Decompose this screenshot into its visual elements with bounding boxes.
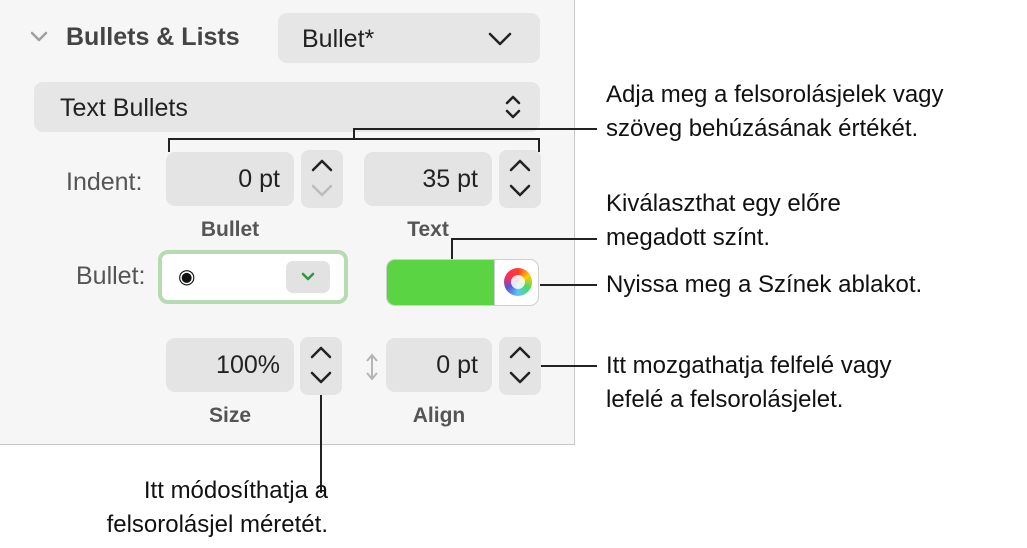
indent-label: Indent:	[66, 168, 143, 196]
size-field[interactable]: 100%	[166, 338, 294, 392]
section-title: Bullets & Lists	[66, 23, 240, 51]
bullet-label: Bullet:	[76, 262, 146, 290]
callout-line	[451, 238, 453, 259]
bullets-lists-panel: Bullets & Lists Bullet* Text Bullets Ind…	[0, 0, 575, 445]
increment-arrow-icon[interactable]	[310, 345, 332, 359]
size-caption: Size	[208, 404, 252, 427]
divider	[494, 260, 495, 305]
vertical-align-icon	[366, 353, 378, 381]
callout-move-bullet: Itt mozgathatja felfelé vagy lefelé a fe…	[606, 352, 892, 413]
callout-colors-window: Nyissa meg a Színek ablakot.	[606, 271, 923, 298]
callout-line	[353, 128, 597, 130]
decrement-arrow-icon[interactable]	[509, 371, 531, 385]
decrement-arrow-icon[interactable]	[311, 184, 333, 198]
up-down-chevron-icon	[505, 95, 521, 119]
decrement-arrow-icon[interactable]	[509, 184, 531, 198]
bullet-type-value: Text Bullets	[60, 94, 188, 122]
increment-arrow-icon[interactable]	[311, 158, 333, 172]
callout-line	[168, 138, 170, 152]
increment-arrow-icon[interactable]	[509, 345, 531, 359]
chevron-down-icon	[488, 32, 512, 46]
callout-size: Itt módosíthatja a felsorolásjel méretét…	[106, 477, 328, 538]
callout-indent: Adja meg a felsorolásjelek vagy szöveg b…	[606, 81, 944, 142]
align-stepper[interactable]	[499, 337, 541, 395]
bullet-glyph-dropdown[interactable]	[286, 261, 330, 293]
callout-line	[540, 284, 597, 286]
color-control	[386, 259, 539, 306]
color-well[interactable]	[387, 260, 494, 305]
callout-line	[541, 365, 597, 367]
list-style-dropdown[interactable]: Bullet*	[278, 13, 540, 63]
color-wheel-icon[interactable]	[504, 268, 532, 296]
size-stepper[interactable]	[300, 337, 342, 395]
bullet-indent-field[interactable]: 0 pt	[166, 152, 294, 206]
bullet-glyph: ◉	[178, 266, 196, 288]
callout-line	[451, 238, 597, 240]
bullet-indent-stepper[interactable]	[301, 150, 343, 208]
text-indent-field[interactable]: 35 pt	[364, 152, 492, 206]
align-caption: Align	[412, 404, 466, 427]
list-style-value: Bullet*	[302, 25, 375, 53]
decrement-arrow-icon[interactable]	[310, 371, 332, 385]
align-field[interactable]: 0 pt	[386, 338, 492, 392]
bullet-glyph-field[interactable]: ◉	[158, 250, 348, 304]
bullet-indent-caption: Bullet	[200, 218, 260, 241]
bullet-type-popup[interactable]: Text Bullets	[34, 82, 540, 132]
chevron-down-icon[interactable]	[30, 30, 48, 44]
increment-arrow-icon[interactable]	[509, 158, 531, 172]
chevron-down-icon	[301, 272, 315, 281]
callout-line	[538, 138, 540, 152]
callout-preset-color: Kiválaszthat egy előre megadott színt.	[606, 190, 841, 251]
text-indent-stepper[interactable]	[499, 150, 541, 208]
